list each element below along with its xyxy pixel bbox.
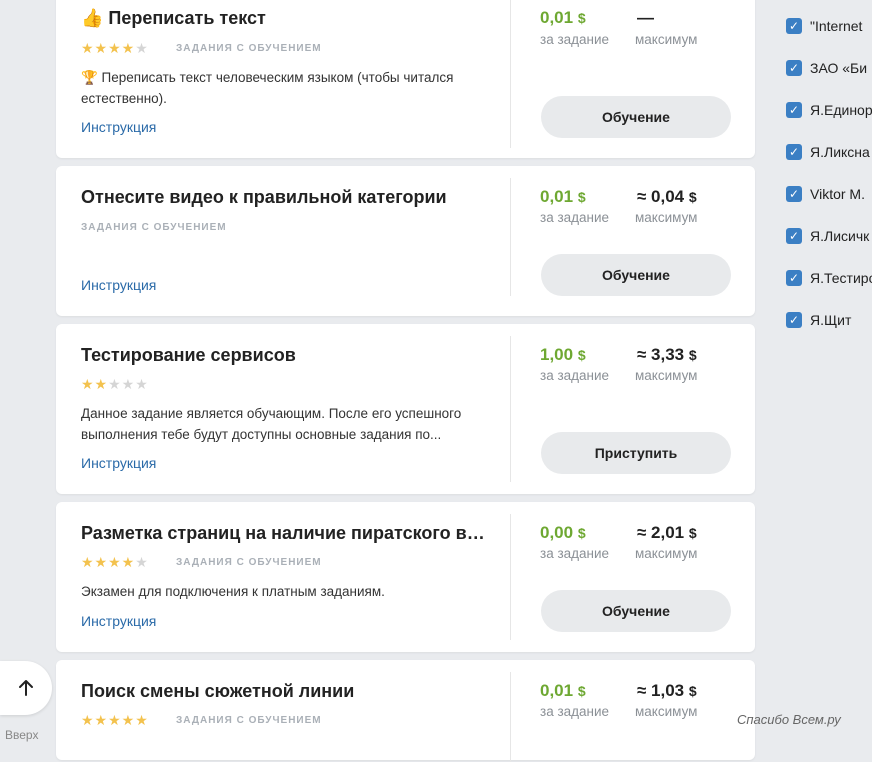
checkbox-checked-icon[interactable]: ✓ — [786, 102, 802, 118]
task-description: 🏆 Переписать текст человеческим языком (… — [81, 70, 454, 106]
checkbox-checked-icon[interactable]: ✓ — [786, 60, 802, 76]
checkbox-checked-icon[interactable]: ✓ — [786, 228, 802, 244]
price-label: за задание — [540, 704, 610, 719]
task-description: Данное задание является обучающим. После… — [81, 406, 462, 442]
card-divider — [510, 514, 511, 640]
price-label: за задание — [540, 32, 610, 47]
rating-stars: ★★★★★ — [81, 40, 149, 56]
filter-item[interactable]: ✓ Я.Лисичк — [786, 226, 869, 246]
card-divider — [510, 672, 511, 762]
task-card[interactable]: Разметка страниц на наличие пиратского в… — [56, 502, 755, 652]
instruction-link[interactable]: Инструкция — [81, 455, 156, 471]
rating-stars: ★★★★★ — [81, 712, 149, 728]
filter-item[interactable]: ✓ Я.Щит — [786, 310, 851, 330]
filter-item[interactable]: ✓ Я.Тестиро — [786, 268, 872, 288]
price-per-task: 0,01 $ — [540, 187, 586, 206]
task-card[interactable]: Поиск смены сюжетной линии ★★★★★ ЗАДАНИЯ… — [56, 660, 755, 762]
rating-stars: ★★★★★ — [81, 376, 149, 392]
task-title[interactable]: Тестирование сервисов — [81, 345, 296, 366]
task-card[interactable]: Отнесите видео к правильной категории ЗА… — [56, 166, 755, 316]
instruction-link[interactable]: Инструкция — [81, 613, 156, 629]
max-label: максимум — [635, 704, 698, 719]
checkbox-checked-icon[interactable]: ✓ — [786, 186, 802, 202]
max-earning: ≈ 3,33 $ — [637, 345, 697, 364]
checkbox-checked-icon[interactable]: ✓ — [786, 144, 802, 160]
start-button[interactable]: Приступить — [541, 432, 731, 474]
training-button[interactable]: Обучение — [541, 254, 731, 296]
filter-item[interactable]: ✓ Я.Единор — [786, 100, 872, 120]
max-earning: ≈ 0,04 $ — [637, 187, 697, 206]
max-label: максимум — [635, 546, 698, 561]
training-badge: ЗАДАНИЯ С ОБУЧЕНИЕМ — [176, 715, 322, 726]
card-divider — [510, 178, 511, 296]
arrow-up-icon — [19, 680, 33, 696]
filter-item[interactable]: ✓ Viktor M. — [786, 184, 865, 204]
price-per-task: 0,01 $ — [540, 8, 586, 27]
watermark: Спасибо Всем.ру — [737, 712, 841, 727]
task-card[interactable]: Тестирование сервисов ★★★★★ Данное задан… — [56, 324, 755, 494]
scroll-top-button[interactable] — [0, 661, 52, 715]
max-earning: ≈ 2,01 $ — [637, 523, 697, 542]
max-label: максимум — [635, 368, 698, 383]
price-label: за задание — [540, 546, 610, 561]
checkbox-checked-icon[interactable]: ✓ — [786, 18, 802, 34]
checkbox-checked-icon[interactable]: ✓ — [786, 270, 802, 286]
checkbox-checked-icon[interactable]: ✓ — [786, 312, 802, 328]
training-badge: ЗАДАНИЯ С ОБУЧЕНИЕМ — [176, 557, 322, 568]
task-title[interactable]: Поиск смены сюжетной линии — [81, 681, 354, 702]
max-earning: ≈ 1,03 $ — [637, 681, 697, 700]
filter-item[interactable]: ✓ "Internet — [786, 16, 862, 36]
card-divider — [510, 0, 511, 148]
price-per-task: 0,01 $ — [540, 681, 586, 700]
training-badge: ЗАДАНИЯ С ОБУЧЕНИЕМ — [81, 222, 227, 233]
scroll-top-label: Вверх — [5, 728, 39, 742]
instruction-link[interactable]: Инструкция — [81, 277, 156, 293]
price-label: за задание — [540, 210, 610, 225]
max-label: максимум — [635, 210, 698, 225]
max-earning: — — [637, 8, 654, 27]
instruction-link[interactable]: Инструкция — [81, 119, 156, 135]
task-title[interactable]: 👍 Переписать текст — [81, 8, 266, 29]
rating-stars: ★★★★★ — [81, 554, 149, 570]
task-card[interactable]: 👍 Переписать текст ★★★★★ ЗАДАНИЯ С ОБУЧЕ… — [56, 0, 755, 158]
training-badge: ЗАДАНИЯ С ОБУЧЕНИЕМ — [176, 43, 322, 54]
task-title[interactable]: Отнесите видео к правильной категории — [81, 187, 447, 208]
filter-item[interactable]: ✓ ЗАО «Би — [786, 58, 867, 78]
price-per-task: 0,00 $ — [540, 523, 586, 542]
training-button[interactable]: Обучение — [541, 590, 731, 632]
price-per-task: 1,00 $ — [540, 345, 586, 364]
filter-item[interactable]: ✓ Я.Ликсна — [786, 142, 870, 162]
price-label: за задание — [540, 368, 610, 383]
card-divider — [510, 336, 511, 482]
training-button[interactable]: Обучение — [541, 96, 731, 138]
max-label: максимум — [635, 32, 698, 47]
task-description: Экзамен для подключения к платным задани… — [81, 584, 385, 599]
task-title[interactable]: Разметка страниц на наличие пиратского в… — [81, 523, 491, 544]
